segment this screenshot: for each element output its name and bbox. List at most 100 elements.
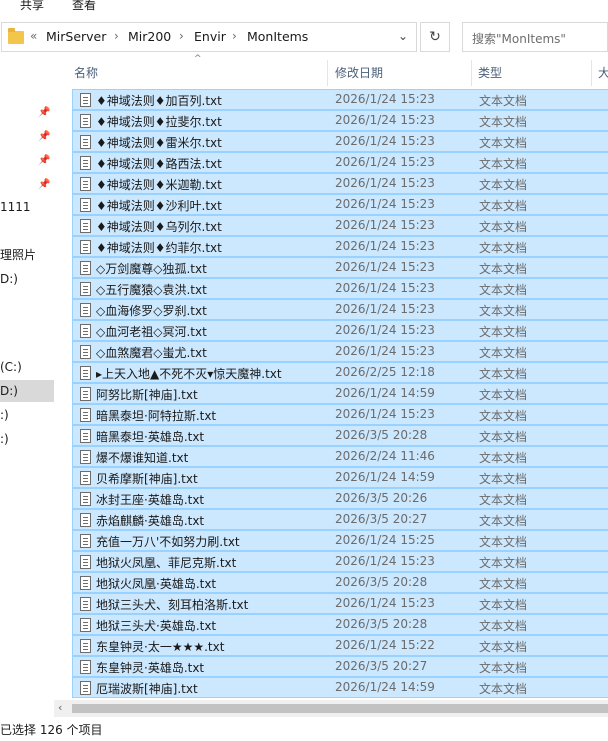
file-row[interactable]: ◇血河老祖◇冥河.txt 2026/1/24 15:23 文本文档	[72, 320, 608, 341]
text-file-icon	[80, 177, 91, 191]
file-date: 2026/3/5 20:26	[335, 491, 428, 505]
file-name: 地狱三头犬·英雄岛.txt	[96, 619, 217, 633]
column-divider[interactable]	[471, 60, 472, 86]
file-row[interactable]: ◇血海修罗◇罗刹.txt 2026/1/24 15:23 文本文档	[72, 299, 608, 320]
folder-icon	[8, 28, 24, 44]
file-date: 2026/1/24 15:23	[335, 218, 435, 232]
ribbon-tab-view[interactable]: 查看	[72, 0, 96, 13]
column-divider[interactable]	[591, 60, 592, 86]
file-row[interactable]: 地狱三头犬、刻耳柏洛斯.txt 2026/1/24 15:23 文本文档	[72, 593, 608, 614]
file-row[interactable]: ♦神域法则♦约菲尔.txt 2026/1/24 15:23 文本文档	[72, 236, 608, 257]
file-row[interactable]: 爆不爆谁知道.txt 2026/2/24 11:46 文本文档	[72, 446, 608, 467]
file-date: 2026/1/24 14:59	[335, 386, 435, 400]
text-file-icon	[80, 240, 91, 254]
file-row[interactable]: 地狱三头犬·英雄岛.txt 2026/3/5 20:28 文本文档	[72, 614, 608, 635]
file-row[interactable]: ♦神域法则♦沙利叶.txt 2026/1/24 15:23 文本文档	[72, 194, 608, 215]
nav-item-drive[interactable]: :)	[0, 404, 54, 426]
text-file-icon	[80, 681, 91, 695]
file-row[interactable]: 阿努比斯[神庙].txt 2026/1/24 14:59 文本文档	[72, 383, 608, 404]
ribbon-tab-share[interactable]: 共享	[20, 0, 44, 13]
nav-item-drive-c[interactable]: (C:)	[0, 356, 54, 378]
file-row[interactable]: 冰封王座·英雄岛.txt 2026/3/5 20:26 文本文档	[72, 488, 608, 509]
file-row[interactable]: 赤焰麒麟·英雄岛.txt 2026/3/5 20:27 文本文档	[72, 509, 608, 530]
file-type: 文本文档	[479, 388, 528, 402]
text-file-icon	[80, 597, 91, 611]
file-date: 2026/1/24 15:25	[335, 533, 435, 547]
file-type: 文本文档	[479, 661, 528, 675]
text-file-icon	[80, 366, 91, 380]
text-file-icon	[80, 282, 91, 296]
file-row[interactable]: ♦神域法则♦米迦勒.txt 2026/1/24 15:23 文本文档	[72, 173, 608, 194]
file-date: 2026/3/5 20:28	[335, 617, 428, 631]
column-header-size[interactable]: 大	[598, 60, 608, 86]
file-row[interactable]: 东皇钟灵·太一★★★.txt 2026/1/24 15:22 文本文档	[72, 635, 608, 656]
file-name: ◇血海修罗◇罗刹.txt	[96, 304, 207, 318]
horizontal-scrollbar[interactable]: ‹	[54, 700, 608, 717]
file-type: 文本文档	[479, 556, 528, 570]
file-name: 地狱火凤凰·英雄岛.txt	[96, 577, 217, 591]
search-input[interactable]: 搜索"MonItems"	[462, 22, 608, 52]
file-type: 文本文档	[479, 199, 528, 213]
file-row[interactable]: 贝希摩斯[神庙].txt 2026/1/24 14:59 文本文档	[72, 467, 608, 488]
file-row[interactable]: 地狱火凤凰、菲尼克斯.txt 2026/1/24 15:23 文本文档	[72, 551, 608, 572]
file-row[interactable]: 东皇钟灵·英雄岛.txt 2026/3/5 20:27 文本文档	[72, 656, 608, 677]
file-type: 文本文档	[479, 451, 528, 465]
file-type: 文本文档	[479, 94, 528, 108]
scrollbar-thumb[interactable]	[72, 704, 608, 713]
column-header-name[interactable]: 名称	[74, 60, 98, 86]
nav-item-drive-d-selected[interactable]: D:)	[0, 380, 54, 402]
file-row[interactable]: 暗黑泰坦·阿特拉斯.txt 2026/1/24 15:23 文本文档	[72, 404, 608, 425]
navigation-pane: 📌 📌 📌 📌 1111 理照片 D:) (C:) D:) :) :)	[0, 56, 54, 716]
file-row[interactable]: ♦神域法则♦路西法.txt 2026/1/24 15:23 文本文档	[72, 152, 608, 173]
file-name: ♦神域法则♦沙利叶.txt	[96, 199, 222, 213]
file-row[interactable]: ◇血煞魔君◇蚩尤.txt 2026/1/24 15:23 文本文档	[72, 341, 608, 362]
file-name: 地狱三头犬、刻耳柏洛斯.txt	[96, 598, 249, 612]
breadcrumb-separator-icon: ›	[232, 29, 237, 43]
file-row[interactable]: ♦神域法则♦雷米尔.txt 2026/1/24 15:23 文本文档	[72, 131, 608, 152]
file-row[interactable]: ♦神域法则♦乌列尔.txt 2026/1/24 15:23 文本文档	[72, 215, 608, 236]
nav-item-photos[interactable]: 理照片	[0, 244, 54, 266]
breadcrumb-monitems[interactable]: MonItems	[247, 29, 308, 44]
file-name: ◇血煞魔君◇蚩尤.txt	[96, 346, 207, 360]
nav-item-1111[interactable]: 1111	[0, 196, 54, 218]
chevron-down-icon[interactable]: ⌄	[398, 29, 408, 43]
text-file-icon	[80, 513, 91, 527]
file-date: 2026/1/24 15:23	[335, 407, 435, 421]
file-name: ♦神域法则♦加百列.txt	[96, 94, 222, 108]
file-row[interactable]: 地狱火凤凰·英雄岛.txt 2026/3/5 20:28 文本文档	[72, 572, 608, 593]
scroll-left-icon[interactable]: ‹	[58, 701, 62, 714]
breadcrumb-overflow[interactable]: «	[30, 29, 37, 43]
file-row[interactable]: 充值一万八'不如努力刷.txt 2026/1/24 15:25 文本文档	[72, 530, 608, 551]
file-name: ♦神域法则♦约菲尔.txt	[96, 241, 222, 255]
file-row[interactable]: ♦神域法则♦拉斐尔.txt 2026/1/24 15:23 文本文档	[72, 110, 608, 131]
file-row[interactable]: ◇五行魔猿◇袁洪.txt 2026/1/24 15:23 文本文档	[72, 278, 608, 299]
nav-item-drive-d[interactable]: D:)	[0, 268, 54, 290]
breadcrumb-envir[interactable]: Envir	[194, 29, 226, 44]
address-bar[interactable]: « MirServer › Mir200 › Envir › MonItems …	[1, 22, 417, 52]
search-placeholder: 搜索"MonItems"	[472, 32, 566, 46]
status-bar: 已选择 126 个项目	[0, 719, 608, 741]
text-file-icon	[80, 471, 91, 485]
column-header-type[interactable]: 类型	[478, 60, 502, 86]
file-name: ◇五行魔猿◇袁洪.txt	[96, 283, 207, 297]
file-name: 冰封王座·英雄岛.txt	[96, 493, 205, 507]
column-divider[interactable]	[327, 60, 328, 86]
file-row[interactable]: ▸上天入地▲不死不灭▾惊天魔神.txt 2026/2/25 12:18 文本文档	[72, 362, 608, 383]
refresh-icon: ↻	[429, 29, 441, 45]
file-name: ♦神域法则♦乌列尔.txt	[96, 220, 222, 234]
refresh-button[interactable]: ↻	[420, 22, 450, 52]
file-date: 2026/1/24 15:23	[335, 134, 435, 148]
file-row[interactable]: ♦神域法则♦加百列.txt 2026/1/24 15:23 文本文档	[72, 89, 608, 110]
file-row[interactable]: 厄瑞波斯[神庙].txt 2026/1/24 14:59 文本文档	[72, 677, 608, 698]
pin-icon: 📌	[38, 155, 51, 166]
breadcrumb-mir200[interactable]: Mir200	[128, 29, 171, 44]
text-file-icon	[80, 345, 91, 359]
file-row[interactable]: ◇万剑魔尊◇独孤.txt 2026/1/24 15:23 文本文档	[72, 257, 608, 278]
breadcrumb-mirserver[interactable]: MirServer	[46, 29, 106, 44]
nav-item-drive[interactable]: :)	[0, 428, 54, 450]
pin-icon: 📌	[38, 131, 51, 142]
file-type: 文本文档	[479, 472, 528, 486]
file-row[interactable]: 暗黑泰坦·英雄岛.txt 2026/3/5 20:28 文本文档	[72, 425, 608, 446]
file-type: 文本文档	[479, 619, 528, 633]
column-header-date[interactable]: 修改日期	[335, 60, 383, 86]
